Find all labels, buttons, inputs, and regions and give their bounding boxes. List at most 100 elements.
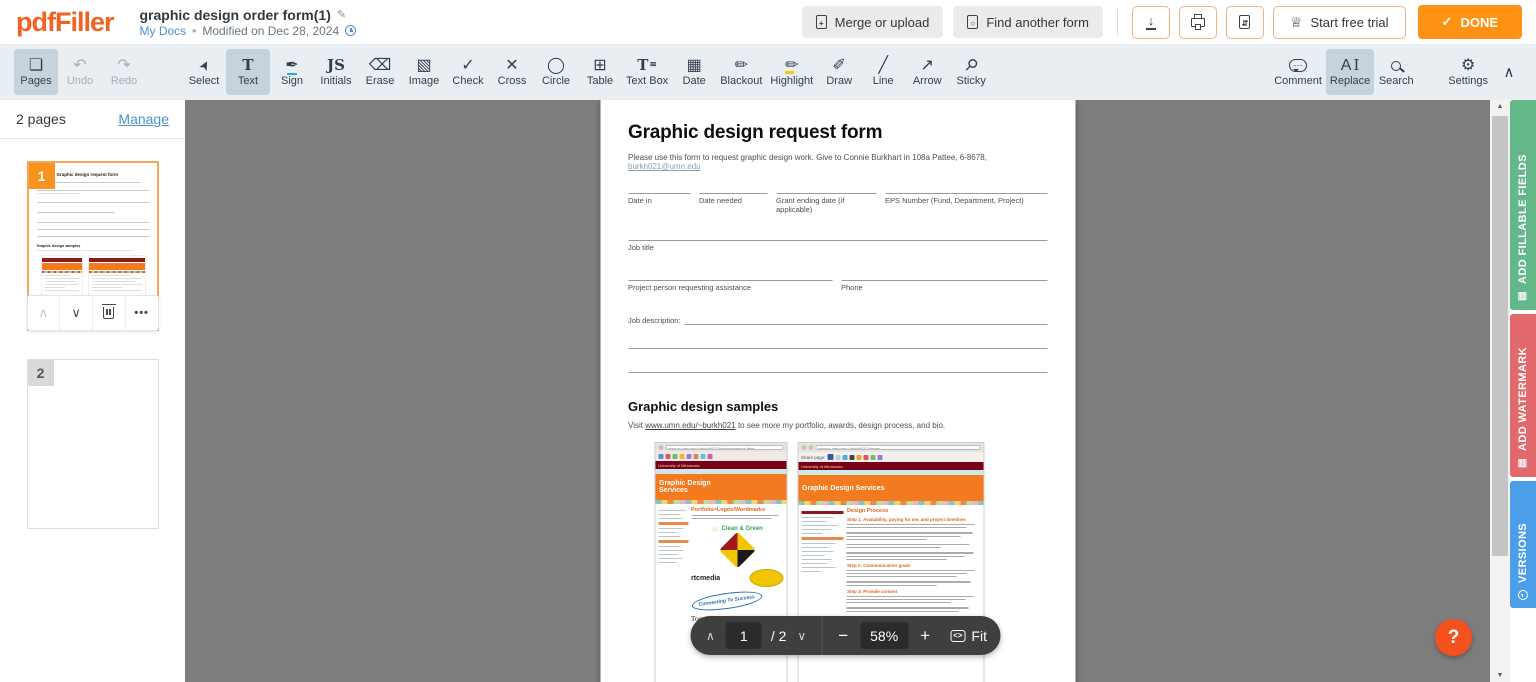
tool-highlight[interactable]: ✏ Highlight <box>766 49 817 95</box>
previous-page-button[interactable]: ∧ <box>704 629 717 643</box>
umn-header-bar: University of Minnesota <box>798 462 983 470</box>
vertical-scrollbar[interactable]: ▲ ▼ <box>1490 100 1510 682</box>
fax-button[interactable]: ⇵ <box>1225 5 1264 39</box>
zoom-in-button[interactable]: + <box>917 626 933 646</box>
tool-initials[interactable]: JS Initials <box>314 49 358 95</box>
right-panel-tabs: ▤ ADD FILLABLE FIELDS ▤ ADD WATERMARK VE… <box>1510 100 1536 682</box>
merge-or-upload-button[interactable]: + Merge or upload <box>801 6 944 38</box>
tool-replace[interactable]: A Replace <box>1325 49 1375 95</box>
line-icon: ╱ <box>878 57 889 74</box>
ellipsis-icon: ••• <box>134 307 149 319</box>
gear-icon: ⚙ <box>1460 57 1476 74</box>
tool-select[interactable]: ➤ Select <box>182 49 226 95</box>
print-button[interactable] <box>1178 5 1217 39</box>
email-link[interactable]: burkh021@umn.edu <box>628 162 701 171</box>
zoom-level-input[interactable]: 58% <box>860 622 909 649</box>
pages-count-label: 2 pages <box>16 111 66 127</box>
separator-dot: • <box>192 23 197 38</box>
tool-text-box[interactable]: T Text Box <box>622 49 672 95</box>
cursor-icon: ➤ <box>194 57 214 74</box>
tool-arrow[interactable]: ↗ Arrow <box>905 49 949 95</box>
tab-add-fillable-fields[interactable]: ▤ ADD FILLABLE FIELDS <box>1510 100 1536 310</box>
tool-table[interactable]: ⊞ Table <box>578 49 622 95</box>
arrow-icon: ↗ <box>920 57 934 74</box>
page-thumbnail-2[interactable]: 2 <box>26 359 159 529</box>
tool-cross[interactable]: ✕ Cross <box>490 49 534 95</box>
scroll-up-arrow[interactable]: ▲ <box>1490 103 1510 110</box>
scrollbar-thumb[interactable] <box>1492 116 1508 556</box>
form-fields-row-3: Project person requesting assistance Pho… <box>628 280 1047 292</box>
tool-search[interactable]: Search <box>1374 49 1418 95</box>
sign-quill-icon: ✒ <box>285 57 299 75</box>
brush-icon: ✐ <box>832 57 846 74</box>
tool-pages[interactable]: ❏ Pages <box>14 49 58 95</box>
start-free-trial-button[interactable]: ♕ Start free trial <box>1272 5 1406 39</box>
zoom-out-button[interactable]: − <box>835 626 851 646</box>
tool-check[interactable]: ✓ Check <box>446 49 490 95</box>
next-page-button[interactable]: ∨ <box>795 629 808 643</box>
tool-erase[interactable]: ⌫ Erase <box>358 49 402 95</box>
form-title: Graphic design request form <box>628 122 883 143</box>
crown-icon: ♕ <box>1289 14 1303 30</box>
move-page-up-button[interactable]: ∧ <box>28 296 61 330</box>
watermark-icon: ▤ <box>1517 457 1529 469</box>
document-canvas: Graphic design request form Please use t… <box>185 100 1490 682</box>
tool-date[interactable]: ▦ Date <box>672 49 716 95</box>
tool-sign[interactable]: ✒ Sign <box>270 49 314 95</box>
replace-text-icon: A <box>1341 57 1360 74</box>
tool-circle[interactable]: ◯ Circle <box>534 49 578 95</box>
tool-redo[interactable]: ↷ Redo <box>102 49 146 95</box>
help-button[interactable]: ? <box>1435 619 1472 656</box>
initials-icon: JS <box>327 56 345 74</box>
trash-icon <box>101 303 116 319</box>
fit-icon: <> <box>950 629 966 642</box>
current-page-input[interactable]: 1 <box>725 622 762 649</box>
portfolio-link[interactable]: www.umn.edu/~burkh021 <box>645 421 736 430</box>
page-more-options-button[interactable]: ••• <box>126 296 158 330</box>
move-page-down-button[interactable]: ∨ <box>60 296 93 330</box>
done-button[interactable]: ✓ DONE <box>1417 5 1522 39</box>
history-clock-icon[interactable] <box>345 25 357 36</box>
pdffiller-logo[interactable]: pdfFiller <box>16 0 114 44</box>
manage-pages-link[interactable]: Manage <box>118 111 169 127</box>
tool-comment[interactable]: ⋯ Comment <box>1270 49 1326 95</box>
scroll-down-arrow[interactable]: ▼ <box>1490 672 1510 679</box>
date-in-field: Date in <box>628 193 690 214</box>
blackout-marker-icon: ✏ <box>734 57 748 74</box>
tool-line[interactable]: ╱ Line <box>861 49 905 95</box>
tool-text[interactable]: T Text <box>226 49 270 95</box>
tool-settings[interactable]: ⚙ Settings <box>1444 49 1492 95</box>
page-thumbnail-1[interactable]: 1 Graphic design request form Graphic de… <box>26 161 159 331</box>
tool-undo[interactable]: ↶ Undo <box>58 49 102 95</box>
connecting-to-success-logo: Connecting To Success <box>690 588 763 615</box>
check-icon: ✓ <box>1441 14 1453 29</box>
date-needed-field: Date needed <box>699 193 767 214</box>
breadcrumb-my-docs[interactable]: My Docs <box>140 24 187 38</box>
tool-draw[interactable]: ✐ Draw <box>817 49 861 95</box>
tool-sticky[interactable]: ⚲ Sticky <box>949 49 993 95</box>
chevron-up-icon: ∧ <box>1503 64 1515 81</box>
find-another-form-button[interactable]: ○ Find another form <box>953 6 1103 38</box>
collapse-toolbar-button[interactable]: ∧ <box>1492 52 1526 92</box>
zoombar-divider <box>821 616 823 655</box>
pdf-page-1[interactable]: Graphic design request form Please use t… <box>600 100 1075 682</box>
tab-add-watermark[interactable]: ▤ ADD WATERMARK <box>1510 314 1536 477</box>
blank-line <box>628 348 1047 349</box>
fax-icon: ⇵ <box>1239 15 1251 29</box>
tab-versions[interactable]: VERSIONS <box>1510 481 1536 608</box>
tool-blackout[interactable]: ✏ Blackout <box>716 49 766 95</box>
site-nav <box>658 507 688 623</box>
project-person-field: Project person requesting assistance <box>628 280 832 292</box>
tool-image[interactable]: ▧ Image <box>402 49 446 95</box>
app-header: pdfFiller graphic design order form(1) ✎… <box>0 0 1536 44</box>
eps-number-field: EPS Number (Fund, Department, Project) <box>885 193 1047 214</box>
facebook-icon <box>827 454 834 460</box>
table-icon: ⊞ <box>593 57 607 74</box>
fit-to-width-button[interactable]: <> Fit <box>950 628 987 644</box>
download-button[interactable]: ↓ <box>1131 5 1170 39</box>
edit-title-icon[interactable]: ✎ <box>337 8 346 21</box>
oval-logo <box>749 569 783 588</box>
delete-page-button[interactable] <box>93 296 126 330</box>
samples-heading: Graphic design samples <box>628 399 779 414</box>
undo-icon: ↶ <box>73 57 87 74</box>
